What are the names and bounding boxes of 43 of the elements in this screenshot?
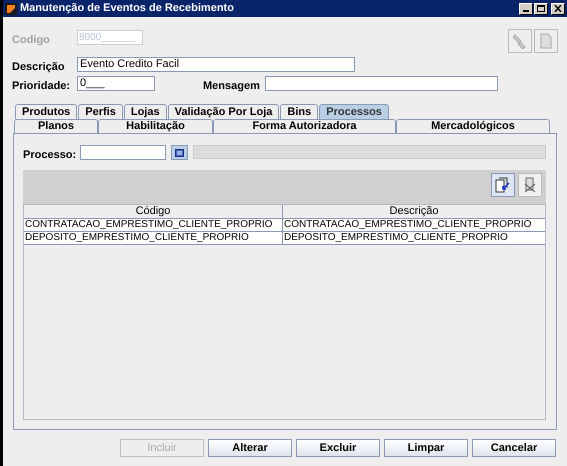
prioridade-field[interactable]: 0___ (77, 76, 155, 91)
table-cell-text: DEPOSITO_EMPRESTIMO_CLIENTE_PROPRIO (283, 232, 509, 244)
mensagem-field[interactable] (265, 76, 498, 91)
app-icon (5, 2, 17, 14)
tab[interactable]: Lojas (124, 104, 167, 119)
tab[interactable]: Perfis (78, 104, 123, 119)
descricao-label: Descrição (12, 60, 65, 75)
prioridade-label: Prioridade: (12, 79, 70, 94)
processo-field[interactable] (80, 145, 166, 160)
descricao-field[interactable]: Evento Credito Facil (77, 57, 355, 72)
list-icon (175, 148, 184, 156)
document-icon (540, 33, 552, 49)
column-header[interactable]: Descrição (283, 205, 545, 218)
search-button[interactable] (171, 145, 188, 160)
tab[interactable]: Planos (14, 119, 98, 133)
column-header[interactable]: Código (24, 205, 283, 218)
codigo-label: Codigo (12, 33, 50, 48)
remove-button[interactable] (518, 173, 542, 197)
table-cell-text: CONTRATACAO_EMPRESTIMO_CLIENTE_PROPRIO (283, 219, 532, 231)
action-button[interactable]: Limpar (384, 439, 468, 457)
table-cell: DEPOSITO_EMPRESTIMO_CLIENTE_PROPRIO (24, 232, 283, 244)
action-button[interactable]: Cancelar (472, 439, 556, 457)
maximize-button[interactable] (534, 2, 548, 14)
tab[interactable]: Mercadológicos (396, 119, 550, 133)
processo-label: Processo: (23, 148, 76, 163)
flashlight-icon (513, 33, 527, 49)
close-icon (554, 5, 562, 12)
close-button[interactable] (551, 2, 565, 14)
tab[interactable]: Habilitação (98, 119, 213, 133)
tab[interactable]: Forma Autorizadora (213, 119, 396, 133)
minimize-button[interactable] (519, 2, 533, 14)
tab[interactable]: Processos (319, 104, 389, 119)
action-button[interactable]: Alterar (208, 439, 292, 457)
add-button[interactable] (491, 173, 515, 197)
tab[interactable]: Validação Por Loja (168, 104, 280, 119)
document-x-icon (523, 177, 537, 193)
table-cell: CONTRATACAO_EMPRESTIMO_CLIENTE_PROPRIO (24, 219, 283, 231)
mensagem-label: Mensagem (203, 79, 260, 94)
document-arrow-icon (495, 177, 511, 193)
window-title: Manutenção de Eventos de Recebimento (20, 1, 234, 16)
tab[interactable]: Produtos (15, 104, 78, 119)
tab[interactable]: Bins (280, 104, 318, 119)
action-button[interactable]: Excluir (296, 439, 380, 457)
